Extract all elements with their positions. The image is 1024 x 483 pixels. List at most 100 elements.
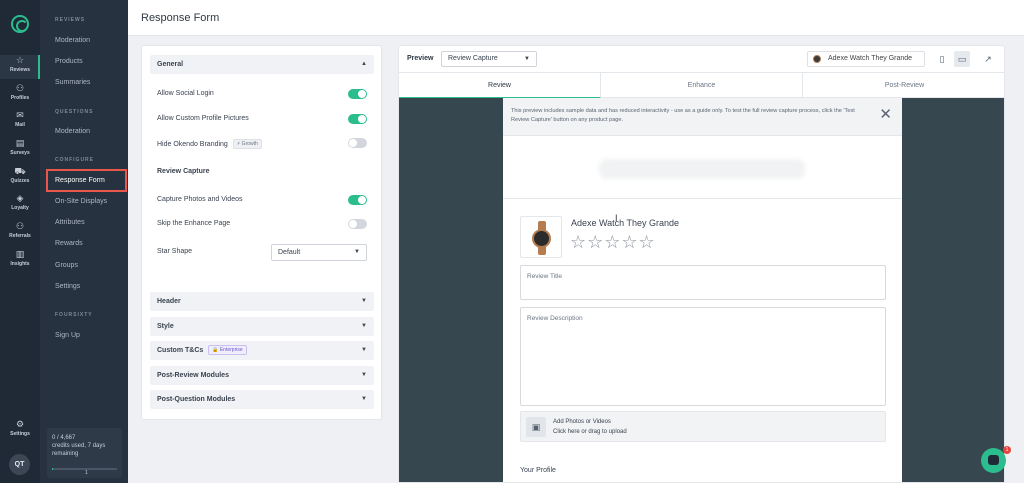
caret-down-icon: ▼ <box>354 249 360 255</box>
survey-icon: ▤ <box>15 138 25 148</box>
allow-social-login-label: Allow Social Login <box>157 90 214 97</box>
preview-notice-text: This preview includes sample data and ha… <box>511 108 855 123</box>
review-description-label: Review Description <box>527 315 583 322</box>
accordion-post-question-label: Post-Question Modules <box>157 396 236 403</box>
accordion-custom-tcs-label: Custom T&Cs <box>157 347 204 354</box>
accordion-post-question[interactable]: Post-Question Modules ▼ <box>150 390 374 409</box>
nav-settings[interactable]: Settings <box>55 283 80 290</box>
rail-item-settings[interactable]: ⚙ Settings <box>0 419 40 443</box>
section-title-foursixty: FOURSIXTY <box>55 312 93 318</box>
accordion-style-label: Style <box>157 323 174 330</box>
skip-enhance-toggle[interactable] <box>348 219 367 229</box>
preview-stage: This preview includes sample data and ha… <box>399 98 1004 482</box>
accordion-style[interactable]: Style ▼ <box>150 317 374 336</box>
credits-text: credits used, 7 days <box>52 443 106 449</box>
accordion-custom-tcs[interactable]: Custom T&Cs 🔒 Enterprise ▼ <box>150 341 374 360</box>
caret-down-icon: ▼ <box>361 396 367 402</box>
accordion-general[interactable]: General ▲ <box>150 55 374 74</box>
avatar[interactable]: QT <box>9 454 30 475</box>
star-shape-label: Star Shape <box>157 248 193 255</box>
caret-down-icon: ▼ <box>361 372 367 378</box>
divider <box>503 198 902 199</box>
credits-remaining: remaining <box>52 451 79 457</box>
add-user-icon: ⚇ <box>15 221 25 231</box>
capture-photos-toggle[interactable] <box>348 195 367 205</box>
nav-on-site-displays[interactable]: On-Site Displays <box>55 198 107 205</box>
nav-rewards[interactable]: Rewards <box>55 240 83 247</box>
nav-groups[interactable]: Groups <box>55 262 78 269</box>
product-picker[interactable]: Adexe Watch They Grande <box>807 51 925 67</box>
accordion-post-review-label: Post-Review Modules <box>157 372 229 379</box>
nav-attributes[interactable]: Attributes <box>55 219 85 226</box>
preview-notice: This preview includes sample data and ha… <box>503 98 902 136</box>
cart-icon: ⛟ <box>14 166 26 176</box>
page-title: Response Form <box>141 12 220 24</box>
nav-summaries[interactable]: Summaries <box>55 79 90 86</box>
okendo-logo-icon[interactable] <box>11 15 29 33</box>
preview-label: Preview <box>407 55 434 62</box>
external-link-icon[interactable]: ↗ <box>980 51 996 67</box>
review-capture-heading: Review Capture <box>157 168 210 175</box>
chat-launcher-button[interactable] <box>981 448 1006 473</box>
text-cursor-icon: I <box>615 213 618 223</box>
product-name: Adexe Watch They Grande <box>571 218 680 228</box>
mobile-view-icon[interactable]: ▯ <box>934 51 950 67</box>
close-icon[interactable]: ✕ <box>879 107 892 122</box>
loyalty-icon: ◈ <box>16 193 24 203</box>
rail-item-insights[interactable]: ▥ Insights <box>0 249 40 273</box>
rail-item-reviews[interactable]: ☆ Reviews <box>0 55 40 79</box>
mail-icon: ✉ <box>16 110 24 120</box>
enterprise-badge: 🔒 Enterprise <box>208 345 247 355</box>
growth-badge: ⚡ Growth <box>232 139 262 149</box>
allow-social-login-toggle[interactable] <box>348 89 367 99</box>
upload-title: Add Photos or Videos <box>553 419 611 425</box>
caret-down-icon: ▼ <box>524 56 530 62</box>
upload-media-area[interactable]: ▣ Add Photos or Videos Click here or dra… <box>520 411 886 442</box>
tab-enhance[interactable]: Enhance <box>601 73 803 99</box>
nav-reviews-moderation[interactable]: Moderation <box>55 37 90 44</box>
review-form-card: This preview includes sample data and ha… <box>503 98 902 482</box>
desktop-view-icon[interactable]: ▭ <box>954 51 970 67</box>
review-title-field[interactable]: Review Title <box>520 265 886 300</box>
sub-navigation: REVIEWS Moderation Products Summaries QU… <box>40 0 128 483</box>
allow-custom-pictures-toggle[interactable] <box>348 114 367 124</box>
star-shape-select[interactable]: Default ▼ <box>271 244 367 261</box>
rail-item-mail[interactable]: ✉ Mail <box>0 110 40 134</box>
nav-questions-moderation[interactable]: Moderation <box>55 128 90 135</box>
preview-mode-select[interactable]: Review Capture ▼ <box>441 51 537 67</box>
allow-custom-pictures-label: Allow Custom Profile Pictures <box>157 115 249 122</box>
review-description-field[interactable]: Review Description <box>520 307 886 406</box>
accordion-post-review[interactable]: Post-Review Modules ▼ <box>150 366 374 385</box>
caret-down-icon: ▼ <box>361 347 367 353</box>
tab-post-review[interactable]: Post-Review <box>803 73 1004 99</box>
people-icon: ⚇ <box>15 83 25 93</box>
rail-item-referrals[interactable]: ⚇ Referrals <box>0 221 40 245</box>
caret-down-icon: ▼ <box>361 323 367 329</box>
section-title-reviews: REVIEWS <box>55 17 86 23</box>
your-profile-heading: Your Profile <box>520 467 556 474</box>
hide-branding-label: Hide Okendo Branding <box>157 141 228 148</box>
hide-branding-row: Hide Okendo Branding ⚡ Growth <box>157 139 262 149</box>
rail-item-surveys[interactable]: ▤ Surveys <box>0 138 40 162</box>
header-bar: Response Form <box>128 0 1024 36</box>
preview-panel: Preview Review Capture ▼ Adexe Watch The… <box>398 45 1005 483</box>
star-rating-input[interactable]: ☆☆☆☆☆ <box>570 232 656 252</box>
star-icon: ☆ <box>15 55 25 65</box>
product-picker-label: Adexe Watch They Grande <box>828 55 913 62</box>
chart-icon: ▥ <box>15 249 25 259</box>
nav-response-form[interactable]: Response Form <box>55 177 105 184</box>
tab-review[interactable]: Review <box>399 73 601 99</box>
preview-tabs: Review Enhance Post-Review <box>399 72 1004 99</box>
nav-sign-up[interactable]: Sign Up <box>55 332 80 339</box>
app-window: ☆ Reviews ⚇ Profiles ✉ Mail ▤ Surveys ⛟ … <box>0 0 1024 483</box>
accordion-header[interactable]: Header ▼ <box>150 292 374 311</box>
rail-item-loyalty[interactable]: ◈ Loyalty <box>0 193 40 217</box>
rail-item-profiles[interactable]: ⚇ Profiles <box>0 83 40 107</box>
nav-products[interactable]: Products <box>55 58 83 65</box>
credits-widget: 0 / 4,667 credits used, 7 days remaining… <box>47 428 122 478</box>
rail-item-quizzes[interactable]: ⛟ Quizzes <box>0 166 40 190</box>
preview-mode-value: Review Capture <box>448 55 498 62</box>
hide-branding-toggle[interactable] <box>348 138 367 148</box>
capture-photos-label: Capture Photos and Videos <box>157 196 243 203</box>
section-title-questions: QUESTIONS <box>55 109 94 115</box>
